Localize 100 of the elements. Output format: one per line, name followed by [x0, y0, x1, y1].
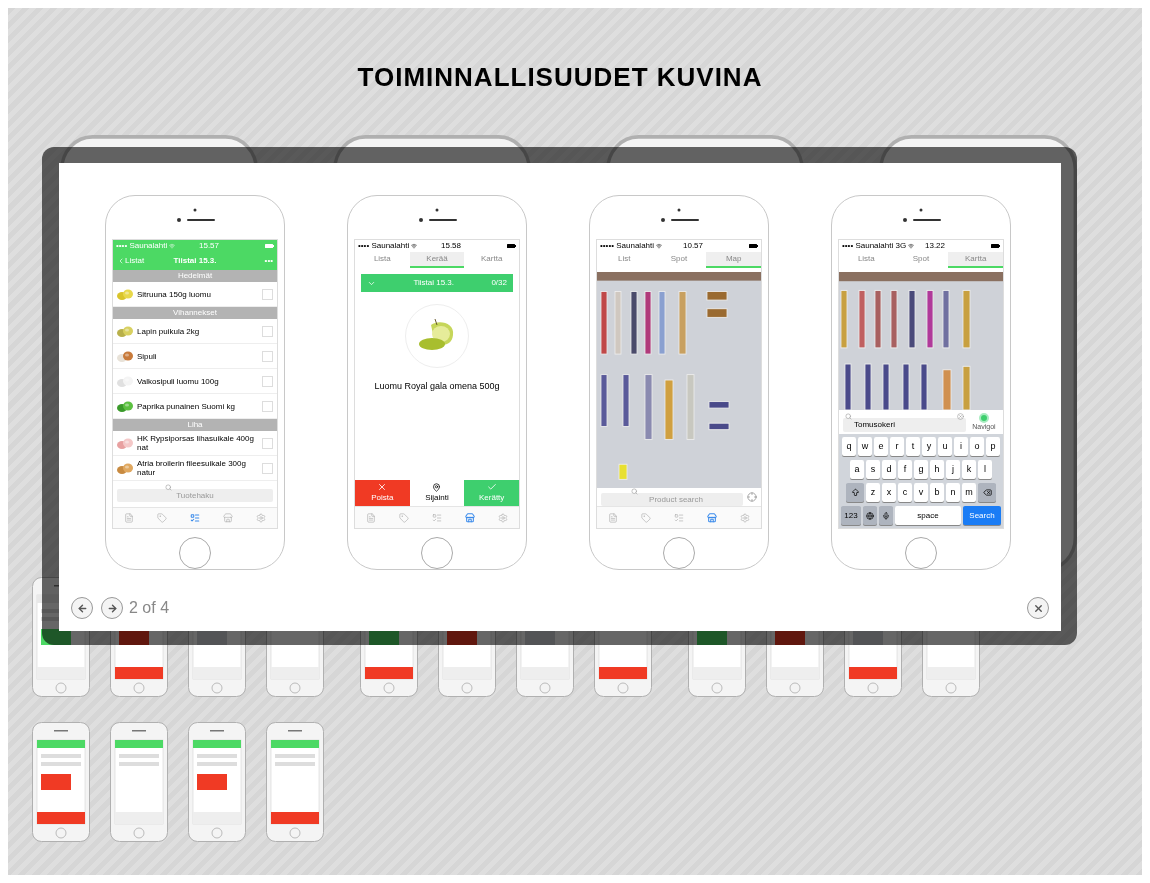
checkbox[interactable]	[262, 325, 273, 337]
list-item-label: Atria broilerin fileesuikale 300g natur	[137, 459, 247, 477]
keyboard-key[interactable]: o	[970, 437, 984, 456]
battery-icon	[265, 244, 274, 248]
arrow-right-icon	[106, 602, 118, 614]
arrow-left-icon	[76, 602, 88, 614]
keyboard-key[interactable]: i	[954, 437, 968, 456]
banner-title: Tiistai 15.3.	[413, 277, 454, 289]
numbers-key[interactable]: 123	[841, 506, 861, 525]
earpiece-icon	[175, 208, 215, 222]
status-time: 10.57	[683, 240, 703, 252]
wifi-icon	[908, 243, 915, 249]
delete-button[interactable]: Poista	[355, 480, 410, 506]
search-key[interactable]: Search	[963, 506, 1001, 525]
carrier-label: •••• Saunalahti 3G	[842, 240, 907, 252]
keyboard-key[interactable]: h	[930, 460, 944, 479]
backspace-icon	[982, 488, 992, 497]
status-time: 15.58	[441, 240, 461, 252]
checkbox[interactable]	[262, 400, 273, 412]
wifi-icon	[169, 243, 176, 249]
wifi-icon	[411, 243, 418, 249]
keyboard-key[interactable]: m	[962, 483, 976, 502]
wifi-icon	[656, 243, 663, 249]
shift-icon	[850, 488, 860, 497]
thumbnail-drawing[interactable]	[32, 722, 90, 842]
keyboard-key[interactable]: x	[882, 483, 896, 502]
locate-icon[interactable]	[747, 492, 757, 502]
keyboard-key[interactable]: q	[842, 437, 856, 456]
keyboard-key[interactable]: p	[986, 437, 1000, 456]
section-header: Vihannekset	[113, 307, 277, 319]
globe-key[interactable]	[863, 506, 877, 525]
store-icon[interactable]	[464, 512, 475, 523]
list-item-label: Sitruuna 150g luomu	[137, 289, 212, 299]
thumbnail-drawing[interactable]	[188, 722, 246, 842]
keyboard-key[interactable]: t	[906, 437, 920, 456]
keyboard-key[interactable]: g	[914, 460, 928, 479]
thumbnail-drawing[interactable]	[266, 722, 324, 842]
keyboard-key[interactable]: a	[850, 460, 864, 479]
search-icon	[165, 484, 172, 491]
checkbox[interactable]	[262, 288, 273, 300]
shift-key[interactable]	[846, 483, 864, 502]
search-field[interactable]: Tomusokeri	[843, 417, 966, 432]
keyboard-key[interactable]: e	[874, 437, 888, 456]
keyboard-key[interactable]: u	[938, 437, 952, 456]
list-item-label: Sipuli	[137, 351, 158, 361]
keyboard-key[interactable]: y	[922, 437, 936, 456]
image-counter: 2 of 4	[129, 598, 170, 618]
clear-icon[interactable]	[957, 413, 964, 420]
list-item-label: Lapin puikula 2kg	[137, 326, 201, 336]
status-time: 13.22	[925, 240, 945, 252]
store-icon[interactable]	[222, 513, 233, 523]
back-icon	[117, 257, 125, 265]
page-title: TOIMINNALLISUUDET KUVINA	[356, 61, 764, 94]
thumbnail-drawing[interactable]	[110, 722, 168, 842]
close-icon	[377, 482, 388, 492]
globe-icon	[866, 511, 874, 520]
earpiece-icon	[901, 208, 941, 222]
keyboard-key[interactable]: c	[898, 483, 912, 502]
keyboard-key[interactable]: l	[978, 460, 992, 479]
search-field[interactable]: Tuotehaku	[117, 489, 273, 502]
microphone-icon	[882, 511, 890, 520]
product-name: Luomu Royal gala omena 500g	[373, 380, 501, 393]
keyboard-key[interactable]: f	[898, 460, 912, 479]
carrier-label: •••• Saunalahti	[116, 240, 168, 252]
screen-title: Tiistai 15.3.	[173, 255, 217, 267]
close-button[interactable]	[1027, 597, 1049, 619]
store-icon[interactable]	[706, 512, 717, 523]
keyboard-key[interactable]: z	[866, 483, 880, 502]
keyboard-key[interactable]: n	[946, 483, 960, 502]
keyboard-key[interactable]: w	[858, 437, 872, 456]
keyboard-key[interactable]: k	[962, 460, 976, 479]
checkbox[interactable]	[262, 437, 273, 449]
backspace-key[interactable]	[978, 483, 996, 502]
previous-button[interactable]	[71, 597, 93, 619]
battery-icon	[507, 244, 516, 248]
earpiece-icon	[417, 208, 457, 222]
keyboard-key[interactable]: r	[890, 437, 904, 456]
keyboard-key[interactable]: j	[946, 460, 960, 479]
keyboard-key[interactable]: d	[882, 460, 896, 479]
list-item-label: Paprika punainen Suomi kg	[137, 401, 236, 411]
next-button[interactable]	[101, 597, 123, 619]
list-icon[interactable]	[190, 513, 200, 523]
search-field[interactable]: Product search	[601, 493, 743, 506]
battery-icon	[991, 244, 1000, 248]
keyboard-key[interactable]: s	[866, 460, 880, 479]
search-icon	[845, 413, 852, 420]
section-header: Hedelmät	[113, 270, 277, 282]
pin-icon	[432, 482, 442, 492]
checkbox[interactable]	[262, 350, 273, 362]
microphone-key[interactable]	[879, 506, 893, 525]
section-header: Liha	[113, 419, 277, 431]
close-icon	[1032, 602, 1044, 614]
battery-icon	[749, 244, 758, 248]
space-key[interactable]: space	[895, 506, 961, 525]
search-icon	[631, 488, 638, 495]
checkbox[interactable]	[262, 375, 273, 387]
checkbox[interactable]	[262, 462, 273, 474]
item-counter: 0/32	[491, 277, 507, 289]
keyboard-key[interactable]: b	[930, 483, 944, 502]
keyboard-key[interactable]: v	[914, 483, 928, 502]
